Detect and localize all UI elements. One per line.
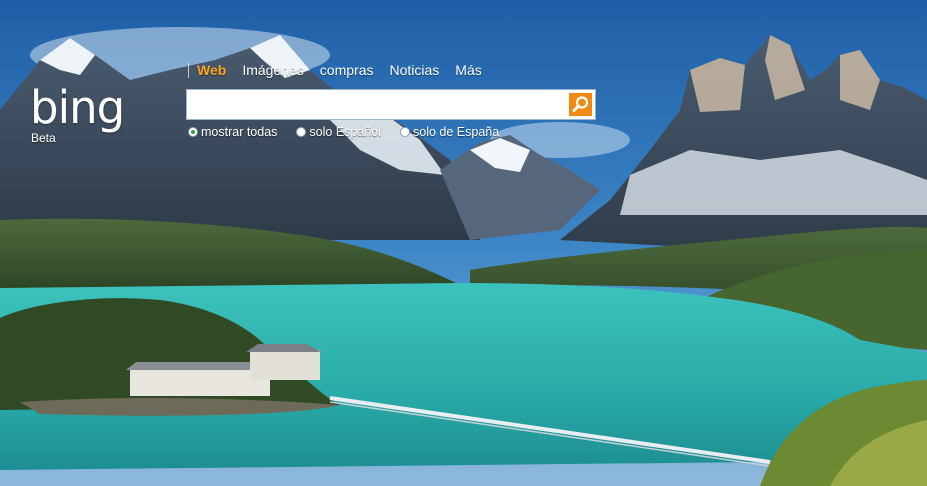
scope-label: solo Español (309, 125, 381, 139)
scope-option-spain[interactable]: solo de España (400, 125, 499, 139)
scope-option-spanish[interactable]: solo Español (296, 125, 381, 139)
scope-option-all[interactable]: mostrar todas (188, 125, 277, 139)
radio-button[interactable] (400, 127, 410, 137)
bing-logo[interactable]: bing (30, 81, 125, 134)
search-icon (572, 96, 589, 112)
search-box (186, 89, 596, 120)
nav-divider (188, 62, 189, 78)
radio-button[interactable] (188, 127, 198, 137)
vertical-nav: Web Imágenes compras Noticias Más (188, 61, 498, 79)
search-input[interactable] (190, 93, 570, 118)
beta-label: Beta (31, 131, 56, 145)
language-scope-options: mostrar todas solo Español solo de Españ… (188, 125, 518, 139)
nav-item-imagenes[interactable]: Imágenes (242, 62, 303, 78)
nav-item-web[interactable]: Web (197, 62, 226, 78)
bing-homepage: bing Beta Web Imágenes compras Noticias … (0, 0, 927, 486)
nav-item-compras[interactable]: compras (320, 62, 374, 78)
logo-wordmark: bing (30, 81, 125, 134)
radio-button[interactable] (296, 127, 307, 137)
scope-label: mostrar todas (201, 125, 278, 139)
search-button[interactable] (569, 93, 592, 116)
scope-label: solo de España (413, 125, 500, 139)
nav-item-mas[interactable]: Más (455, 62, 481, 78)
nav-item-noticias[interactable]: Noticias (389, 62, 439, 78)
